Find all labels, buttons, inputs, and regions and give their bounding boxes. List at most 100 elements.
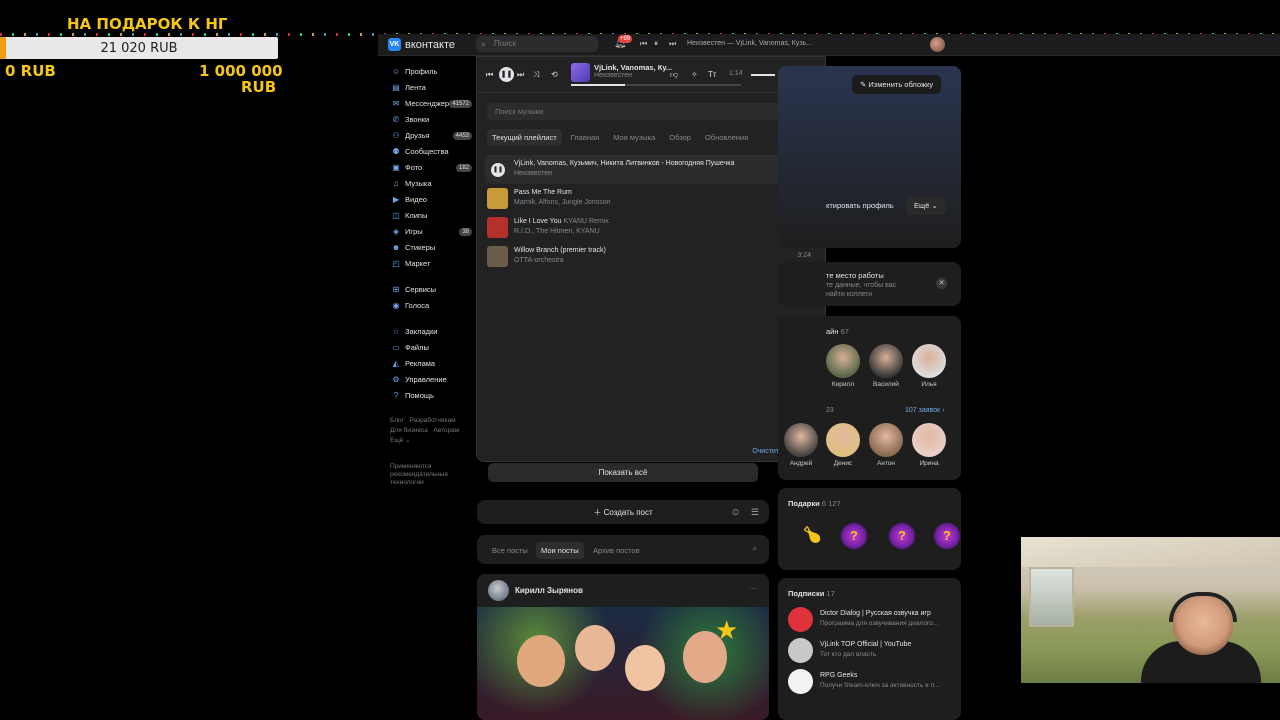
prev-track-icon[interactable]: ⏮ [486,70,493,80]
sidebar-item-votes[interactable]: ◉ Голоса [390,298,472,314]
friend-avatar[interactable] [784,423,818,457]
footer-link-blog[interactable]: Блог [390,417,404,424]
next-track-icon[interactable]: ⏭ [517,70,524,80]
header-now-playing[interactable]: Неизвестен — VjLink, Vanomas, Кузь... [687,40,812,47]
track-artist[interactable]: Неизвестен [514,170,552,177]
current-track-title[interactable]: VjLink, Vanomas, Ку... [594,63,672,72]
post-image[interactable]: ★ [477,607,769,720]
pause-button[interactable]: ❚❚ [499,67,514,82]
subscription-item[interactable]: RPG Geeks Получи Steam-ключ за активност… [788,669,958,695]
sparkle-icon[interactable]: ✧ [691,70,698,79]
playlist-track[interactable]: Like I Love You KYANU Remix R.I.O., The … [485,213,819,242]
search-icon[interactable]: ⌕ [753,544,757,554]
tab-all-posts[interactable]: Все посты [487,542,533,559]
subscription-item[interactable]: Dictor Dialog | Русская озвучка игр Прог… [788,607,958,633]
gift-item[interactable]: ? [840,522,868,550]
notifications-button[interactable]: 🔔︎ +99 [614,35,633,49]
friend-name[interactable]: Илья [909,381,949,388]
sidebar-item-help[interactable]: ? Помощь [390,388,472,404]
friend-avatar[interactable] [912,344,946,378]
change-cover-button[interactable]: ✎ Изменить обложку [852,75,942,94]
sidebar-item-manage[interactable]: ⚙ Управление [390,372,472,388]
workplace-title[interactable]: те место работы [826,271,884,280]
sidebar-item-ads[interactable]: ◭ Реклама [390,356,472,372]
vk-logo[interactable]: VK вконтакте [388,38,455,51]
pause-icon[interactable]: ⏸ [654,39,658,49]
friend-name[interactable]: Василий [866,381,906,388]
sidebar-item-bookmark[interactable]: ☆ Закладки [390,324,472,340]
post-author-avatar[interactable] [488,580,509,601]
tab-current-playlist[interactable]: Текущий плейлист [487,129,562,146]
playlist-track[interactable]: Pass Me The Rum Marnik, Alfons, Jungle J… [485,184,819,213]
track-progress-bar[interactable] [571,84,741,86]
sidebar-item-chat[interactable]: ✉ Мессенджер 41572 [390,96,472,112]
sidebar-item-friends[interactable]: ⚇ Друзья 4453 [390,128,472,144]
gift-item[interactable]: 🍗︎ [798,522,826,550]
show-all-button[interactable]: Показать всё [488,463,758,482]
friend-requests-link[interactable]: 107 заявок › [905,407,944,414]
repeat-icon[interactable]: ⟲ [551,70,558,79]
playlist-track[interactable]: ❚❚ VjLink, Vanomas, Кузьмич, Никита Литв… [485,155,819,184]
sidebar-item-groups[interactable]: ⚉ Сообщества [390,144,472,160]
track-artist[interactable]: R.I.O., The Hitmen, KYANU [514,228,600,235]
track-artist[interactable]: OTTA-orchestra [514,257,564,264]
sidebar-item-games[interactable]: ◈ Игры 38 [390,224,472,240]
dislike-icon[interactable]: 👎︎ [670,70,678,80]
friend-name[interactable]: Кирилл [823,381,863,388]
gifts-header[interactable]: Подарки 6 127 [788,499,841,508]
subscription-item[interactable]: VjLink TOP Official | YouTube Тот кто да… [788,638,958,664]
sidebar-item-clips[interactable]: ◫ Клипы [390,208,472,224]
volume-slider[interactable] [751,74,775,76]
friend-name[interactable]: Антон [866,460,906,467]
header-search-input[interactable]: ⌕ Поиск [476,36,598,52]
sidebar-item-feed[interactable]: ▤ Лента [390,80,472,96]
sidebar-item-market[interactable]: ◰ Маркет [390,256,472,272]
friend-avatar[interactable] [912,423,946,457]
music-search-input[interactable]: Поиск музыки ⌕ [487,103,817,120]
close-icon[interactable]: ✕ [936,278,947,289]
tab-my-posts[interactable]: Мои посты [536,542,584,559]
playlist-track[interactable]: Willow Branch (premier track) OTTA-orche… [485,242,819,271]
tab-my-music[interactable]: Моя музыка [608,129,660,146]
user-avatar[interactable] [930,37,945,52]
track-artist[interactable]: Marnik, Alfons, Jungle Jonsson [514,199,611,206]
friend-name[interactable]: Денис [823,460,863,467]
pause-button[interactable]: ❚❚ [491,163,505,177]
more-icon[interactable]: ··· [749,584,757,593]
sidebar-item-services[interactable]: ⊞ Сервисы [390,282,472,298]
shuffle-icon[interactable]: ⤨ [533,70,539,80]
friends-online-header[interactable]: айн 67 [826,327,849,336]
filter-icon[interactable]: ☰ [751,507,759,518]
next-track-icon[interactable]: ⏭ [669,39,676,49]
tab-posts-archive[interactable]: Архив постов [588,542,645,559]
tab-overview[interactable]: Обзор [664,129,696,146]
lyrics-icon[interactable]: Tт [708,70,717,79]
post-author-name[interactable]: Кирилл Зырянов [515,586,583,595]
sidebar-item-video[interactable]: ▶ Видео [390,192,472,208]
friend-avatar[interactable] [869,423,903,457]
more-button[interactable]: Ещё ⌄ [906,196,946,215]
subscriptions-header[interactable]: Подписки 17 [788,589,835,598]
friend-name[interactable]: Ирина [909,460,949,467]
friend-avatar[interactable] [869,344,903,378]
edit-profile-button[interactable]: ктировать профиль [818,196,902,215]
sidebar-item-phone[interactable]: ✆ Звонки [390,112,472,128]
timer-icon[interactable]: ⏲ [732,507,739,518]
gift-item[interactable]: ? [888,522,916,550]
tab-updates[interactable]: Обновления [700,129,753,146]
footer-link-business[interactable]: Для бизнеса [390,427,428,434]
footer-link-authors[interactable]: Авторам [433,427,459,434]
sidebar-item-file[interactable]: ▭ Файлы [390,340,472,356]
sidebar-item-user[interactable]: ☺ Профиль [390,64,472,80]
sidebar-item-sticker[interactable]: ☻ Стикеры [390,240,472,256]
create-post-button[interactable]: ＋ Создать пост [477,507,769,518]
footer-link-more[interactable]: Ещё ⌄ [390,437,411,444]
footer-link-developers[interactable]: Разработчикам [409,417,455,424]
sidebar-item-music[interactable]: ♫ Музыка [390,176,472,192]
friend-avatar[interactable] [826,423,860,457]
recommendation-notice[interactable]: Применяются рекомендательные технологии [390,463,460,487]
sidebar-item-photo[interactable]: ▣ Фото 182 [390,160,472,176]
friend-avatar[interactable] [826,344,860,378]
tab-main[interactable]: Главная [566,129,605,146]
friend-name[interactable]: Андрей [781,460,821,467]
